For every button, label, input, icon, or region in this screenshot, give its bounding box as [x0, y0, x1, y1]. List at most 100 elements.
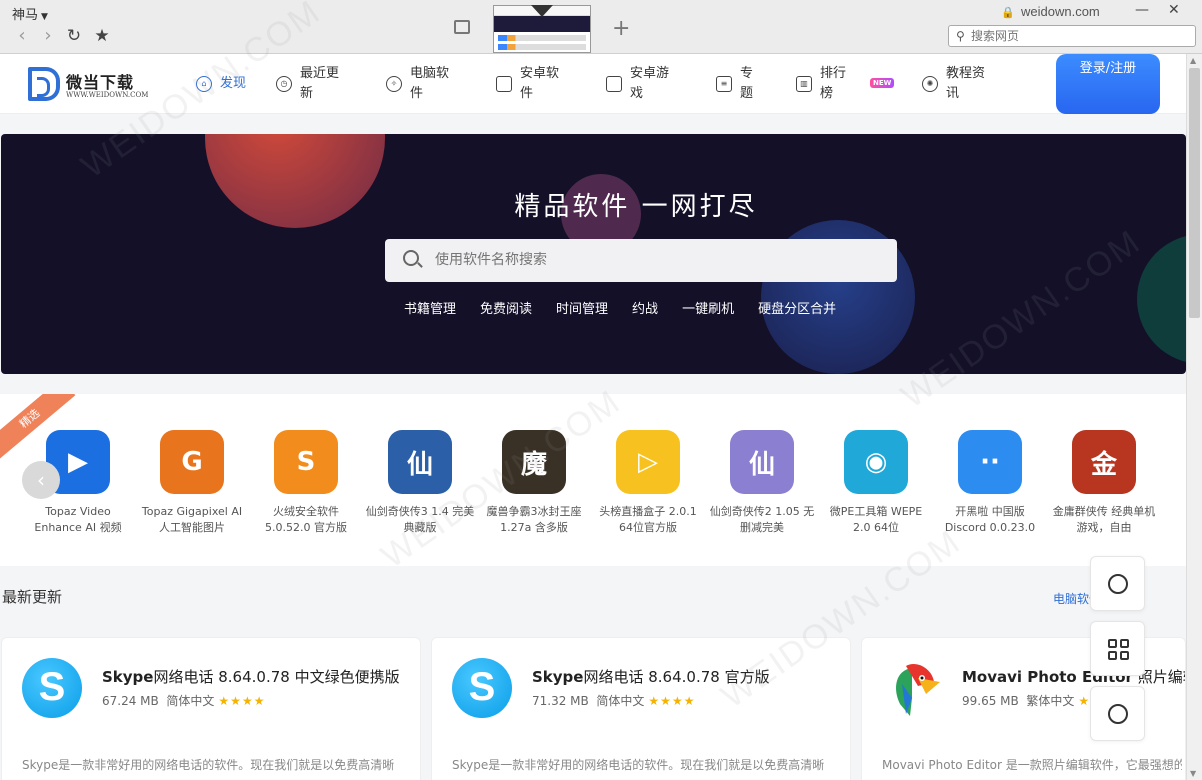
- software-card[interactable]: S Skype网络电话 8.64.0.78 官方版 71.32 MB 简体中文 ★…: [431, 637, 851, 780]
- tab-pointer-icon: [531, 5, 553, 17]
- hero-banner: 精品软件 一网打尽 书籍管理 免费阅读 时间管理 约战 一键刷机 硬盘分区合并: [1, 134, 1186, 374]
- reload-icon[interactable]: ↻: [64, 26, 84, 46]
- app-icon: 仙: [388, 430, 452, 494]
- hot-link[interactable]: 一键刷机: [682, 298, 734, 317]
- banner-title: 精品软件 一网打尽: [514, 192, 758, 222]
- featured-app[interactable]: ▷ 头榜直播盒子 2.0.1 64位官方版: [593, 430, 703, 536]
- nav-item-topics[interactable]: ≡ 专题: [716, 64, 760, 104]
- card-description: Skype是一款非常好用的网络电话的软件。现在我们就是以免费高清晰: [452, 758, 825, 772]
- hot-link[interactable]: 硬盘分区合并: [758, 298, 836, 317]
- site-logo[interactable]: 微当下载 WWW.WEIDOWN.COM: [28, 67, 158, 103]
- clock-icon: ◷: [276, 76, 292, 92]
- hot-link[interactable]: 时间管理: [556, 298, 608, 317]
- browser-search[interactable]: ⚲: [948, 25, 1196, 47]
- tabs-icon[interactable]: [454, 20, 470, 34]
- new-tab-plus-icon[interactable]: +: [612, 16, 630, 41]
- home-icon: ⌂: [196, 76, 212, 92]
- app-icon: G: [160, 430, 224, 494]
- gamepad-icon: [606, 76, 622, 92]
- app-name: 冰点还: [1163, 504, 1186, 536]
- back-to-top-button[interactable]: [1090, 686, 1145, 741]
- featured-app[interactable]: 金金庸群侠传 经典单机游戏，自由: [1049, 430, 1159, 536]
- app-name: Topaz Video Enhance AI 视频: [34, 505, 122, 534]
- card-meta: 67.24 MB 简体中文 ★★★★: [102, 694, 266, 708]
- featured-app[interactable]: S 火绒安全软件 5.0.52.0 官方版: [251, 430, 361, 536]
- skype-icon: S: [452, 658, 512, 718]
- featured-app[interactable]: 仙仙剑奇侠传3 1.4 完美典藏版: [365, 430, 475, 536]
- forward-icon[interactable]: ›: [38, 26, 58, 46]
- login-register-button[interactable]: 登录/注册: [1056, 54, 1160, 114]
- qrcode-button[interactable]: [1090, 621, 1145, 676]
- nav-item-android-software[interactable]: 安卓软件: [496, 64, 560, 104]
- hot-link[interactable]: 免费阅读: [480, 298, 532, 317]
- caret-down-icon: ▼: [41, 12, 48, 22]
- carousel-prev-button[interactable]: ‹: [22, 461, 60, 499]
- nav-item-pc-software[interactable]: ✧ 电脑软件: [386, 64, 450, 104]
- logo-subtext: WWW.WEIDOWN.COM: [66, 91, 149, 99]
- software-card[interactable]: S Skype网络电话 8.64.0.78 中文绿色便携版 67.24 MB 简…: [1, 637, 421, 780]
- search-icon: [403, 250, 419, 266]
- site-header: 微当下载 WWW.WEIDOWN.COM ⌂ 发现 ◷ 最近更新 ✧ 电脑软件 安卓软…: [0, 54, 1186, 114]
- featured-app[interactable]: 仙仙剑奇侠传2 1.05 无删减完美: [707, 430, 817, 536]
- featured-app[interactable]: 冰冰点还: [1163, 430, 1186, 536]
- chat-icon: [1107, 573, 1128, 594]
- scrollbar-thumb[interactable]: [1189, 68, 1200, 318]
- nav-item-tutorials[interactable]: ✺ 教程资讯: [922, 64, 986, 104]
- browser-menu[interactable]: 神马 ▼: [12, 4, 48, 23]
- featured-app[interactable]: G Topaz Gigapixel AI 人工智能图片: [137, 430, 247, 536]
- search-icon: ⚲: [956, 29, 965, 43]
- hot-link[interactable]: 约战: [632, 298, 658, 317]
- close-button[interactable]: ✕: [1168, 2, 1180, 18]
- chart-icon: ▥: [796, 76, 812, 92]
- app-icon: ◉: [844, 430, 908, 494]
- logo-text: 微当下载: [66, 73, 135, 92]
- card-title[interactable]: Skype网络电话 8.64.0.78 官方版: [532, 666, 770, 687]
- featured-strip: 精选 ▶ Topaz Video Enhance AI 视频 G Topaz Giga…: [0, 394, 1186, 566]
- feedback-button[interactable]: [1090, 556, 1145, 611]
- scroll-up-icon[interactable]: ▲: [1190, 56, 1196, 65]
- card-description: Skype是一款非常好用的网络电话的软件。现在我们就是以免费高清晰: [22, 758, 395, 772]
- app-name: 金庸群侠传 经典单机游戏，自由: [1052, 505, 1156, 534]
- featured-app[interactable]: ◉ 微PE工具箱 WEPE 2.0 64位: [821, 430, 931, 536]
- address-url[interactable]: weidown.com: [1021, 4, 1100, 19]
- star-icon: ✺: [922, 76, 938, 92]
- nav-item-ranking[interactable]: ▥ 排行榜: [796, 64, 850, 104]
- nav-item-discover[interactable]: ⌂ 发现: [196, 64, 260, 104]
- featured-app[interactable]: 魔魔兽争霸3冰封王座 1.27a 含多版: [479, 430, 589, 536]
- card-description: Movavi Photo Editor 是一款照片编辑软件，它最强想的功: [882, 758, 1182, 772]
- hot-search-links: 书籍管理 免费阅读 时间管理 约战 一键刷机 硬盘分区合并: [404, 298, 836, 317]
- arrow-up-icon: [1107, 703, 1128, 724]
- app-name: 仙剑奇侠传2 1.05 无删减完美: [709, 505, 815, 534]
- app-name: 魔兽争霸3冰封王座 1.27a 含多版: [486, 505, 582, 534]
- nav-item-recent[interactable]: ◷ 最近更新: [276, 64, 340, 104]
- card-title[interactable]: Movavi Photo Editor 照片编辑软: [962, 666, 1185, 687]
- app-icon: S: [274, 430, 338, 494]
- card-title[interactable]: Skype网络电话 8.64.0.78 中文绿色便携版: [102, 666, 400, 687]
- browser-chrome: 神马 ▼ ‹ › ↻ ★ + 🔒 weidown.com — ✕ ⚲: [0, 0, 1202, 54]
- browser-search-input[interactable]: [971, 28, 1191, 44]
- app-name: 开黑啦 中国版 Discord 0.0.23.0: [944, 505, 1036, 534]
- scroll-down-icon[interactable]: ▼: [1190, 769, 1196, 778]
- banner-search[interactable]: [385, 239, 897, 282]
- decor-circle: [1137, 234, 1186, 364]
- qrcode-icon: [1107, 638, 1129, 660]
- section-title: 最新更新: [2, 588, 63, 606]
- compass-icon: ✧: [386, 76, 402, 92]
- new-badge: NEW: [870, 78, 895, 88]
- app-name: 火绒安全软件 5.0.52.0 官方版: [265, 505, 347, 534]
- app-name: 头榜直播盒子 2.0.1 64位官方版: [599, 505, 697, 534]
- skype-icon: S: [22, 658, 82, 718]
- featured-app[interactable]: ·· 开黑啦 中国版 Discord 0.0.23.0: [935, 430, 1045, 536]
- rating-stars: ★★★★: [648, 694, 696, 708]
- hot-link[interactable]: 书籍管理: [404, 298, 456, 317]
- parrot-icon: [896, 663, 940, 716]
- minimize-button[interactable]: —: [1135, 2, 1149, 18]
- app-name: 微PE工具箱 WEPE 2.0 64位: [829, 505, 923, 534]
- nav-item-android-games[interactable]: 安卓游戏: [606, 64, 670, 104]
- page-scrollbar[interactable]: ▲ ▼: [1186, 54, 1202, 780]
- lock-icon: 🔒: [1001, 6, 1015, 19]
- banner-search-input[interactable]: [435, 250, 875, 270]
- bookmark-star-icon[interactable]: ★: [92, 26, 112, 46]
- back-icon[interactable]: ‹: [12, 26, 32, 46]
- app-icon: 魔: [502, 430, 566, 494]
